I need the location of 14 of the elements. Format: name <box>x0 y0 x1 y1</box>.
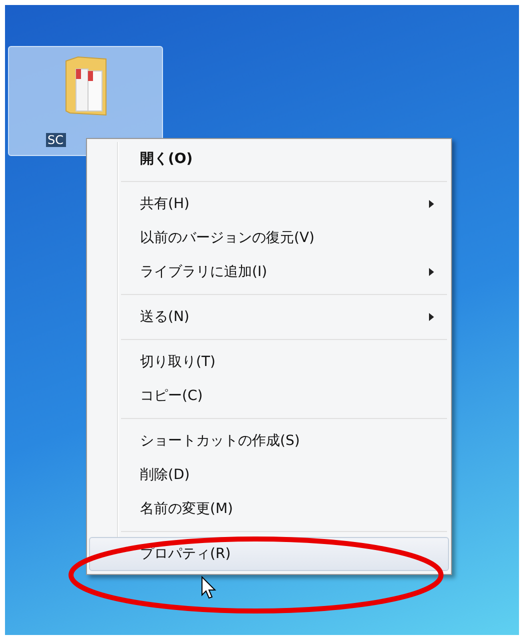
menu-item[interactable]: 削除(D) <box>89 458 449 492</box>
menu-item[interactable]: 以前のバージョンの復元(V) <box>89 221 449 255</box>
menu-item[interactable]: 送る(N) <box>89 300 449 334</box>
icon-label: SC <box>46 133 66 147</box>
submenu-arrow-icon <box>429 268 434 276</box>
menu-item[interactable]: 名前の変更(M) <box>89 492 449 526</box>
menu-item[interactable]: ライブラリに追加(I) <box>89 255 449 289</box>
menu-item[interactable]: 切り取り(T) <box>89 345 449 379</box>
menu-item[interactable]: コピー(C) <box>89 379 449 413</box>
submenu-arrow-icon <box>429 200 434 208</box>
submenu-arrow-icon <box>429 313 434 321</box>
menu-item[interactable]: 共有(H) <box>89 187 449 221</box>
folder-icon <box>64 55 108 117</box>
menu-item[interactable]: ショートカットの作成(S) <box>89 424 449 458</box>
